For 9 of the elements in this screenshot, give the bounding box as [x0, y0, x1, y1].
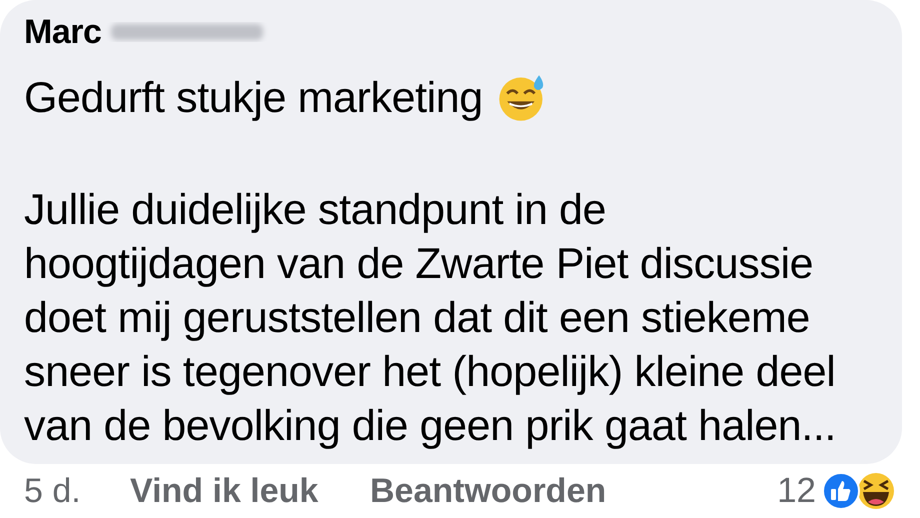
reaction-count[interactable]: 12: [777, 464, 816, 518]
comment-time[interactable]: 5 d.: [24, 466, 130, 516]
comment-text: Jullie duidelijke standpunt in de hoogtijdagen van de Zwarte Piet discussie doet mij geruststellen dat dit een stiekeme sneer is tegenover het (hopelijk) kleine deel van de bevolking die geen prik gaat halen...: [24, 185, 836, 452]
laughing-face-icon[interactable]: [856, 471, 896, 511]
comment-text: Gedurft stukje marketing: [24, 73, 483, 124]
thumbs-up-icon[interactable]: [822, 472, 860, 510]
reply-link[interactable]: Beantwoorden: [370, 466, 606, 516]
like-link[interactable]: Vind ik leuk: [130, 466, 370, 516]
author-name[interactable]: Marc: [24, 6, 102, 58]
